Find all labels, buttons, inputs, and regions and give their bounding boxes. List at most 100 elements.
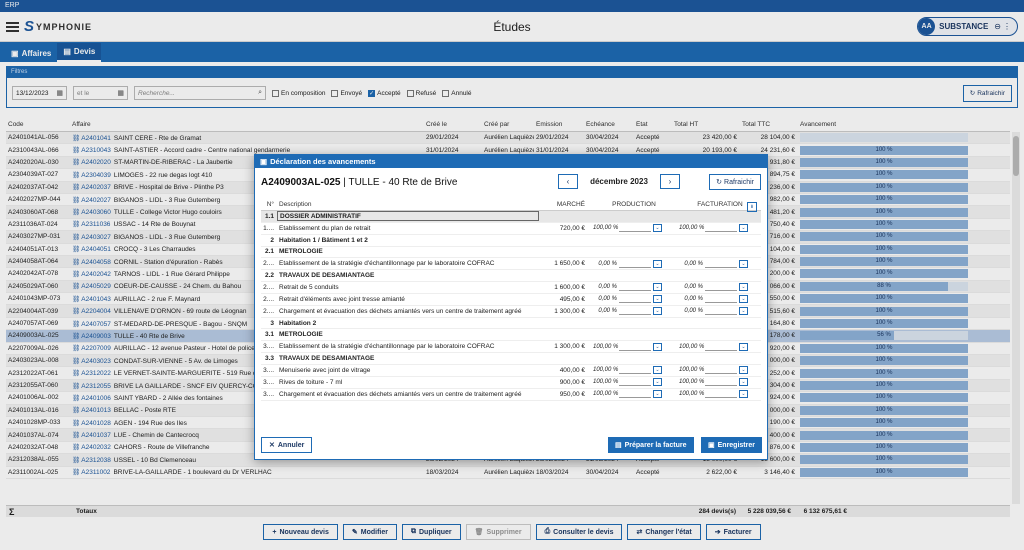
row-description: Habitation 2: [279, 319, 317, 327]
chevron-down-icon[interactable]: ⌄: [653, 295, 662, 304]
chevron-down-icon[interactable]: ⌄: [739, 224, 748, 233]
production-cell: 0,00 % ⌄: [589, 307, 675, 316]
chevron-down-icon[interactable]: ⌄: [653, 259, 662, 268]
chevron-down-icon[interactable]: ⌄: [653, 307, 662, 316]
chevron-down-icon[interactable]: ⌄: [739, 390, 748, 399]
facturation-input[interactable]: [705, 307, 737, 316]
facturation-percent[interactable]: 0,00 %: [679, 261, 703, 267]
production-input[interactable]: [619, 283, 651, 292]
progress-row[interactable]: 2.... Chargement et évacuation des déchet…: [261, 306, 761, 318]
invoice-icon: ▤: [615, 442, 622, 449]
progress-row[interactable]: 3.... Rives de toiture - 7 ml 900,00 € 100,…: [261, 377, 761, 389]
save-button[interactable]: ▣ Enregistrer: [701, 437, 762, 453]
production-input[interactable]: [619, 390, 651, 399]
facturation-percent[interactable]: 0,00 %: [679, 296, 703, 302]
chevron-down-icon[interactable]: ⌄: [653, 342, 662, 351]
production-input[interactable]: [619, 224, 651, 233]
chevron-down-icon[interactable]: ⌄: [653, 224, 662, 233]
row-marche: 950,00 €: [559, 390, 585, 398]
chevron-down-icon[interactable]: ⌄: [653, 366, 662, 375]
progress-row[interactable]: 2.2 TRAVAUX DE DESAMIANTAGE: [261, 270, 761, 283]
facturation-input[interactable]: [705, 366, 737, 375]
facturation-percent[interactable]: 0,00 %: [679, 284, 703, 290]
production-input[interactable]: [619, 378, 651, 387]
production-percent[interactable]: 100,00 %: [593, 367, 618, 373]
chevron-down-icon[interactable]: ⌄: [739, 366, 748, 375]
facturation-input[interactable]: [705, 390, 737, 399]
production-input[interactable]: [619, 260, 651, 268]
cancel-button[interactable]: ✕ Annuler: [261, 437, 313, 453]
production-percent[interactable]: 100,00 %: [593, 344, 618, 350]
facturation-cell: 100,00 % ⌄: [675, 224, 761, 233]
production-percent[interactable]: 0,00 %: [593, 284, 617, 290]
dialog-icon: ▣: [260, 157, 268, 166]
progress-row[interactable]: 3 Habitation 2: [261, 318, 761, 330]
progress-row[interactable]: 1.... Etablissement du plan de retrait 720…: [261, 223, 761, 235]
facturation-cell: 100,00 % ⌄: [675, 342, 761, 351]
progress-declaration-dialog: ▣ Déclaration des avancements A2409003AL…: [254, 154, 768, 460]
row-description: Etablissement du plan de retrait: [279, 224, 371, 232]
production-input[interactable]: [619, 343, 651, 351]
production-input[interactable]: [619, 295, 651, 304]
refresh-icon: ↻: [716, 179, 723, 186]
chevron-down-icon[interactable]: ⌄: [653, 378, 662, 387]
production-percent[interactable]: 100,00 %: [593, 379, 618, 385]
facturation-percent[interactable]: 100,00 %: [679, 379, 704, 385]
row-description: METROLOGIE: [279, 248, 323, 256]
prepare-invoice-button[interactable]: ▤ Préparer la facture: [608, 437, 694, 453]
facturation-percent[interactable]: 100,00 %: [679, 391, 704, 397]
chevron-down-icon[interactable]: ⌄: [739, 342, 748, 351]
chevron-down-icon[interactable]: ⌄: [739, 295, 748, 304]
production-percent[interactable]: 0,00 %: [593, 296, 617, 302]
chevron-down-icon[interactable]: ⌄: [739, 283, 748, 292]
progress-row[interactable]: 3.3 TRAVAUX DE DESAMIANTAGE: [261, 353, 761, 365]
progress-row[interactable]: 1.1 DOSSIER ADMINISTRATIF: [261, 211, 761, 223]
production-percent[interactable]: 0,00 %: [593, 308, 617, 314]
dialog-refresh-button[interactable]: ↻ Rafraichir: [709, 174, 761, 190]
facturation-input[interactable]: [705, 283, 737, 292]
facturation-cell: 0,00 % ⌄: [675, 307, 761, 316]
facturation-percent[interactable]: 100,00 %: [679, 367, 704, 373]
next-month-button[interactable]: ›: [660, 174, 680, 189]
progress-row[interactable]: 2.... Retrait d'éléments avec joint tress…: [261, 294, 761, 306]
production-percent[interactable]: 100,00 %: [593, 225, 618, 231]
progress-row[interactable]: 2 Habitation 1 / Bâtiment 1 et 2: [261, 235, 761, 247]
row-number: 2....: [263, 295, 274, 303]
chevron-down-icon[interactable]: ⌄: [653, 283, 662, 292]
production-input[interactable]: [619, 366, 651, 375]
production-input[interactable]: [619, 307, 651, 316]
dialog-title: Déclaration des avancements: [270, 157, 376, 166]
facturation-input[interactable]: [705, 295, 737, 304]
chevron-down-icon[interactable]: ⌄: [739, 378, 748, 387]
facturation-input[interactable]: [705, 224, 737, 233]
close-icon: ✕: [269, 442, 275, 449]
save-label: Enregistrer: [717, 441, 755, 449]
progress-table-header: N° Description MARCHÉ PRODUCTION FACTURA…: [261, 199, 761, 212]
progress-row[interactable]: 3.... Menuiserie avec joint de vitrage 400…: [261, 365, 761, 377]
progress-row[interactable]: 2.... Etablissement de la stratégie d'éch…: [261, 258, 761, 271]
col-facturation: FACTURATION ⇟: [675, 201, 761, 212]
facturation-input[interactable]: [705, 343, 737, 351]
facturation-input[interactable]: [705, 378, 737, 387]
progress-row[interactable]: 3.... Chargement et évacuation des déchet…: [261, 389, 761, 401]
progress-row[interactable]: 3.... Etablissement de la stratégie d'éch…: [261, 341, 761, 354]
previous-month-button[interactable]: ‹: [558, 174, 578, 189]
quote-name: | TULLE - 40 Rte de Brive: [343, 176, 458, 188]
progress-row[interactable]: 2.1 METROLOGIE: [261, 247, 761, 259]
production-percent[interactable]: 0,00 %: [593, 261, 617, 267]
facturation-percent[interactable]: 100,00 %: [679, 344, 704, 350]
production-percent[interactable]: 100,00 %: [593, 391, 618, 397]
refresh-label: Rafraichir: [724, 178, 754, 186]
chevron-down-icon[interactable]: ⌄: [739, 259, 748, 268]
chevron-down-icon[interactable]: ⌄: [653, 390, 662, 399]
production-cell: 0,00 % ⌄: [589, 283, 675, 292]
progress-row[interactable]: 3.1 METROLOGIE: [261, 329, 761, 342]
row-marche: 1 600,00 €: [554, 283, 585, 291]
apply-all-icon[interactable]: ⇟: [747, 202, 757, 212]
chevron-down-icon[interactable]: ⌄: [739, 307, 748, 316]
facturation-input[interactable]: [705, 260, 737, 268]
progress-row[interactable]: 2.... Retrait de 5 conduits 1 600,00 € 0,00…: [261, 282, 761, 294]
facturation-percent[interactable]: 0,00 %: [679, 308, 703, 314]
facturation-percent[interactable]: 100,00 %: [679, 225, 704, 231]
production-cell: 0,00 % ⌄: [589, 295, 675, 304]
